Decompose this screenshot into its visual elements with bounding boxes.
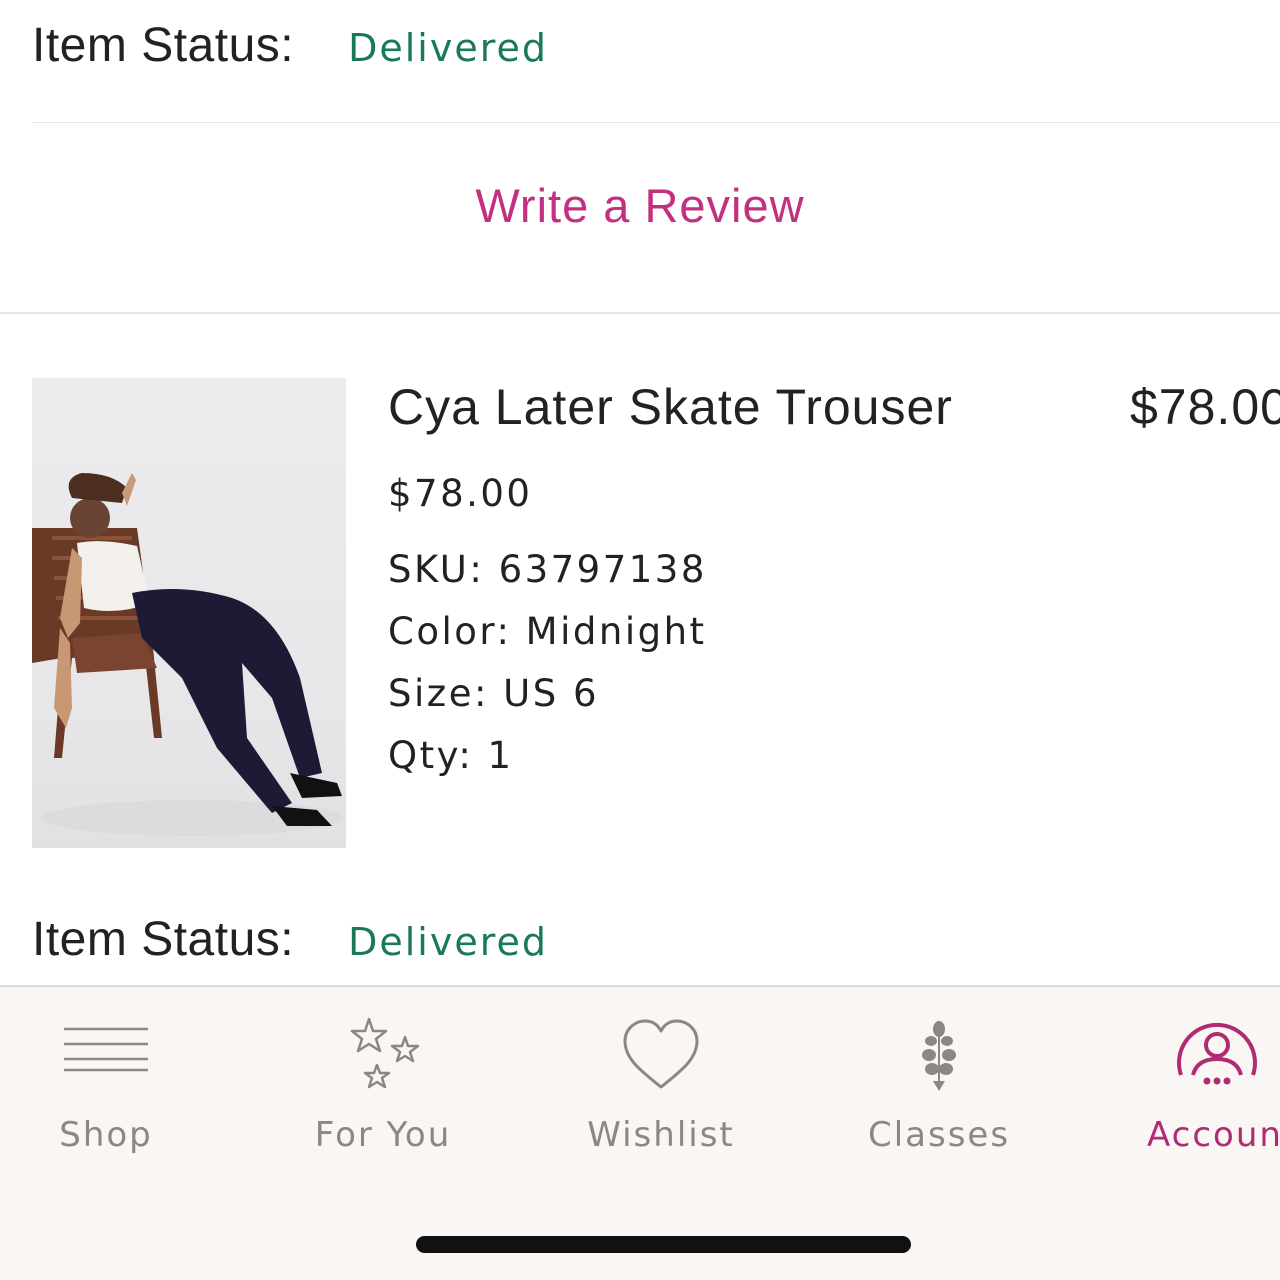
tab-wishlist[interactable]: Wishlist xyxy=(551,987,771,1187)
product-sku: SKU: 63797138 xyxy=(388,548,707,591)
item-status-row: Item Status: Delivered xyxy=(32,912,548,967)
product-qty: Qty: 1 xyxy=(388,734,514,777)
product-price: $78.00 xyxy=(388,472,533,515)
botanical-icon xyxy=(922,1021,956,1091)
tab-account[interactable]: Account xyxy=(1107,987,1280,1187)
product-name[interactable]: Cya Later Skate Trouser xyxy=(388,378,953,436)
tab-label: Wishlist xyxy=(587,1115,735,1155)
divider xyxy=(32,122,1280,123)
home-indicator[interactable] xyxy=(416,1236,911,1253)
product-color: Color: Midnight xyxy=(388,610,707,653)
product-line-total: $78.00 xyxy=(1130,379,1280,435)
tab-classes[interactable]: Classes xyxy=(829,987,1049,1187)
section-divider xyxy=(0,312,1280,314)
tab-label: For You xyxy=(314,1115,452,1155)
product-image[interactable] xyxy=(32,378,346,848)
stars-icon xyxy=(350,1017,420,1089)
tab-for-you[interactable]: For You xyxy=(273,987,493,1187)
account-icon xyxy=(1177,1022,1257,1085)
item-status-label: Item Status: xyxy=(32,913,295,966)
item-status-label: Item Status: xyxy=(32,19,295,72)
item-status-row: Item Status: Delivered xyxy=(32,18,548,73)
tab-label: Shop xyxy=(59,1115,153,1155)
heart-icon xyxy=(623,1019,699,1089)
product-photo-illustration xyxy=(32,473,342,836)
tab-label: Classes xyxy=(867,1115,1011,1155)
hamburger-menu-icon xyxy=(64,1027,148,1072)
order-details-page: Item Status: Delivered Write a Review Cy… xyxy=(0,0,1280,1280)
tab-label: Account xyxy=(1147,1115,1280,1155)
item-status-value: Delivered xyxy=(348,920,549,964)
write-review-link[interactable]: Write a Review xyxy=(0,178,1280,233)
item-status-value: Delivered xyxy=(348,26,549,70)
product-size: Size: US 6 xyxy=(388,672,600,715)
tab-shop[interactable]: Shop xyxy=(0,987,216,1187)
